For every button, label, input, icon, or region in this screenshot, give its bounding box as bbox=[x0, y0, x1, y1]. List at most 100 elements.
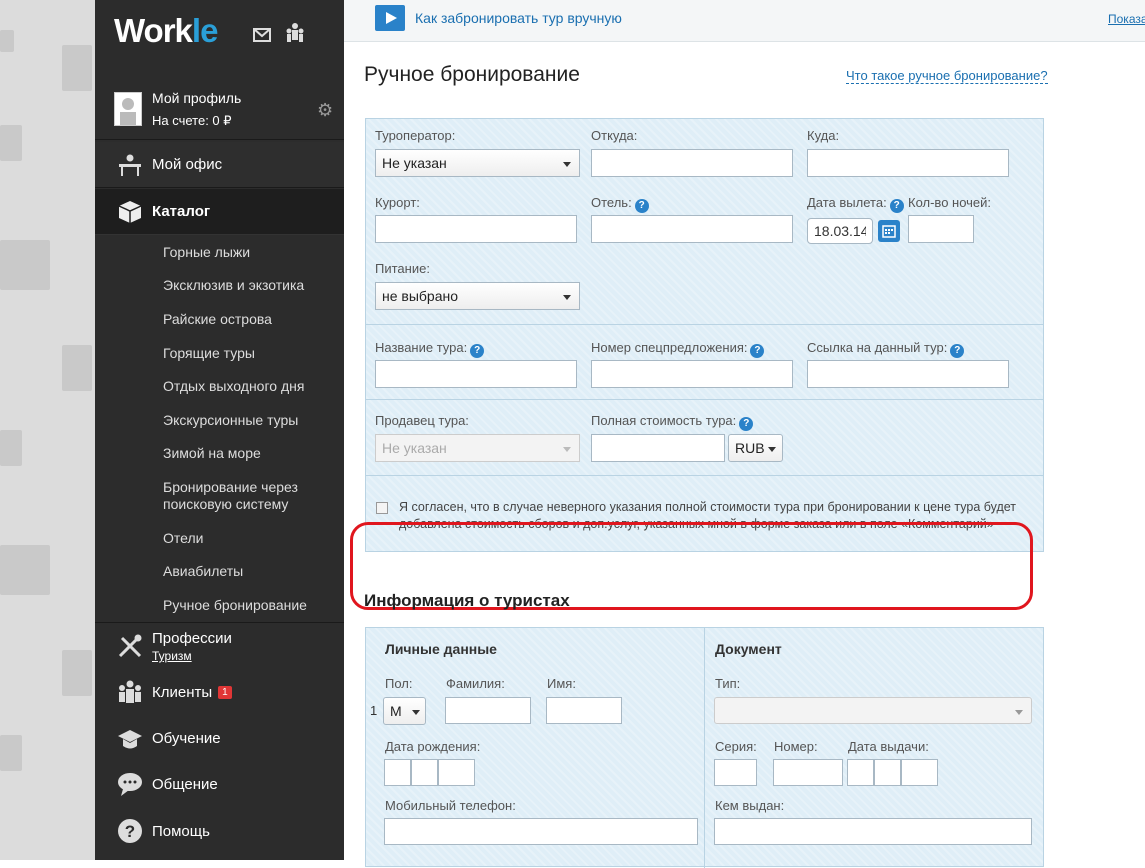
date-label: Дата вылета: bbox=[807, 195, 887, 210]
catalog-item-islands[interactable]: Райские острова bbox=[163, 311, 272, 328]
nav-label: Общение bbox=[152, 776, 218, 793]
help-icon[interactable]: ? bbox=[889, 199, 904, 213]
nav-communication[interactable]: Общение bbox=[95, 764, 344, 806]
avatar[interactable] bbox=[114, 92, 142, 126]
price-label-group: Полная стоимость тура:? bbox=[591, 413, 754, 431]
nav-learning[interactable]: Обучение bbox=[95, 718, 344, 760]
to-label: Куда: bbox=[807, 128, 840, 143]
nav-clients[interactable]: Клиенты 1 bbox=[95, 672, 344, 714]
meal-value: не выбрано bbox=[382, 288, 459, 304]
background-app-area bbox=[0, 0, 95, 860]
meal-select[interactable]: не выбрано bbox=[375, 282, 580, 310]
logo[interactable]: Workle bbox=[114, 12, 218, 50]
catalog-item-exotic[interactable]: Эксклюзив и экзотика bbox=[163, 277, 304, 294]
profile-name[interactable]: Мой профиль bbox=[152, 90, 241, 106]
total-price-input[interactable] bbox=[591, 434, 725, 462]
surname-label: Фамилия: bbox=[446, 676, 505, 691]
desk-icon bbox=[119, 154, 141, 176]
what-is-manual-booking-link[interactable]: Что такое ручное бронирование? bbox=[846, 68, 1048, 84]
profile-block[interactable]: Мой профиль На счете: 0 ₽ ⚙ bbox=[95, 78, 344, 140]
chevron-down-icon bbox=[563, 447, 571, 452]
mail-icon[interactable] bbox=[253, 28, 271, 42]
tour-link-label: Ссылка на данный тур: bbox=[807, 340, 948, 355]
help-icon[interactable]: ? bbox=[634, 199, 649, 213]
question-icon: ? bbox=[118, 819, 142, 843]
chevron-down-icon bbox=[563, 162, 571, 167]
catalog-item-excursions[interactable]: Экскурсионные туры bbox=[163, 412, 298, 429]
resort-label: Курорт: bbox=[375, 195, 420, 210]
offer-label: Номер спецпредложения: bbox=[591, 340, 748, 355]
issue-month-input[interactable] bbox=[874, 759, 901, 786]
birth-year-input[interactable] bbox=[438, 759, 475, 786]
seller-select[interactable]: Не указан bbox=[375, 434, 580, 462]
gear-icon[interactable]: ⚙ bbox=[317, 100, 333, 121]
birth-month-input[interactable] bbox=[411, 759, 438, 786]
surname-input[interactable] bbox=[445, 697, 531, 724]
people-icon[interactable] bbox=[285, 22, 305, 46]
help-icon[interactable]: ? bbox=[470, 344, 485, 358]
calendar-icon[interactable] bbox=[878, 220, 900, 242]
catalog-item-manual-booking[interactable]: Ручное бронирование bbox=[163, 597, 307, 614]
date-label-group: Дата вылета:? bbox=[807, 195, 904, 213]
resort-input[interactable] bbox=[375, 215, 577, 243]
nights-input[interactable] bbox=[908, 215, 974, 243]
tourname-label: Название тура: bbox=[375, 340, 468, 355]
nav-label: Обучение bbox=[152, 730, 221, 747]
doc-series-input[interactable] bbox=[714, 759, 757, 786]
doc-type-select[interactable] bbox=[714, 697, 1032, 724]
nav-my-office[interactable]: Мой офис bbox=[95, 142, 344, 188]
catalog-item-hotels[interactable]: Отели bbox=[163, 530, 203, 547]
clients-icon bbox=[119, 680, 141, 703]
departure-date-input[interactable] bbox=[807, 218, 873, 244]
birth-day-input[interactable] bbox=[384, 759, 411, 786]
ghost-chart-icon bbox=[0, 240, 50, 290]
sex-select[interactable]: М bbox=[383, 697, 426, 725]
tour-name-input[interactable] bbox=[375, 360, 577, 388]
catalog-item-hot-tours[interactable]: Горящие туры bbox=[163, 345, 255, 362]
tour-link-input[interactable] bbox=[807, 360, 1009, 388]
play-icon[interactable] bbox=[375, 5, 405, 31]
sidebar: Workle Мой профиль На счете: 0 ₽ ⚙ Мой о… bbox=[95, 0, 344, 860]
help-icon[interactable]: ? bbox=[739, 417, 754, 431]
agree-checkbox[interactable] bbox=[376, 502, 388, 514]
offer-number-input[interactable] bbox=[591, 360, 793, 388]
doc-number-input[interactable] bbox=[773, 759, 843, 786]
logo-text: Work bbox=[114, 12, 193, 49]
nav-professions[interactable]: Профессии Туризм bbox=[95, 622, 344, 668]
catalog-item-winter-sea[interactable]: Зимой на море bbox=[163, 445, 261, 462]
chevron-down-icon bbox=[412, 710, 420, 715]
svg-text:?: ? bbox=[125, 822, 135, 841]
operator-select[interactable]: Не указан bbox=[375, 149, 580, 177]
help-icon[interactable]: ? bbox=[950, 344, 965, 358]
chat-icon bbox=[118, 773, 142, 796]
catalog-item-flights[interactable]: Авиабилеты bbox=[163, 563, 243, 580]
box-icon bbox=[118, 201, 142, 223]
catalog-item-search-booking[interactable]: Бронирование через поисковую систему bbox=[163, 479, 313, 513]
help-icon[interactable]: ? bbox=[750, 344, 765, 358]
ghost-chart-icon bbox=[0, 545, 50, 595]
nav-help[interactable]: ? Помощь bbox=[95, 810, 344, 852]
hotel-input[interactable] bbox=[591, 215, 793, 243]
tourname-label-group: Название тура:? bbox=[375, 340, 485, 358]
howto-video-link[interactable]: Как забронировать тур вручную bbox=[415, 10, 622, 26]
top-bar: Как забронировать тур вручную Показат bbox=[344, 0, 1145, 42]
hotel-label: Отель: bbox=[591, 195, 632, 210]
currency-select[interactable]: RUB bbox=[728, 434, 783, 462]
issue-day-input[interactable] bbox=[847, 759, 874, 786]
personal-data-title: Личные данные bbox=[385, 641, 497, 657]
meal-label: Питание: bbox=[375, 261, 430, 276]
issue-year-input[interactable] bbox=[901, 759, 938, 786]
catalog-item-ski[interactable]: Горные лыжи bbox=[163, 244, 250, 261]
issued-by-input[interactable] bbox=[714, 818, 1032, 845]
show-link[interactable]: Показат bbox=[1108, 12, 1145, 26]
first-name-input[interactable] bbox=[546, 697, 622, 724]
chevron-down-icon bbox=[563, 295, 571, 300]
nav-catalog[interactable]: Каталог bbox=[95, 189, 344, 235]
catalog-item-weekend[interactable]: Отдых выходного дня bbox=[163, 378, 304, 395]
nav-sublabel[interactable]: Туризм bbox=[152, 649, 192, 663]
ghost-block bbox=[62, 345, 92, 391]
to-input[interactable] bbox=[807, 149, 1009, 177]
from-input[interactable] bbox=[591, 149, 793, 177]
nav-label: Профессии bbox=[152, 630, 232, 647]
mobile-phone-input[interactable] bbox=[384, 818, 698, 845]
